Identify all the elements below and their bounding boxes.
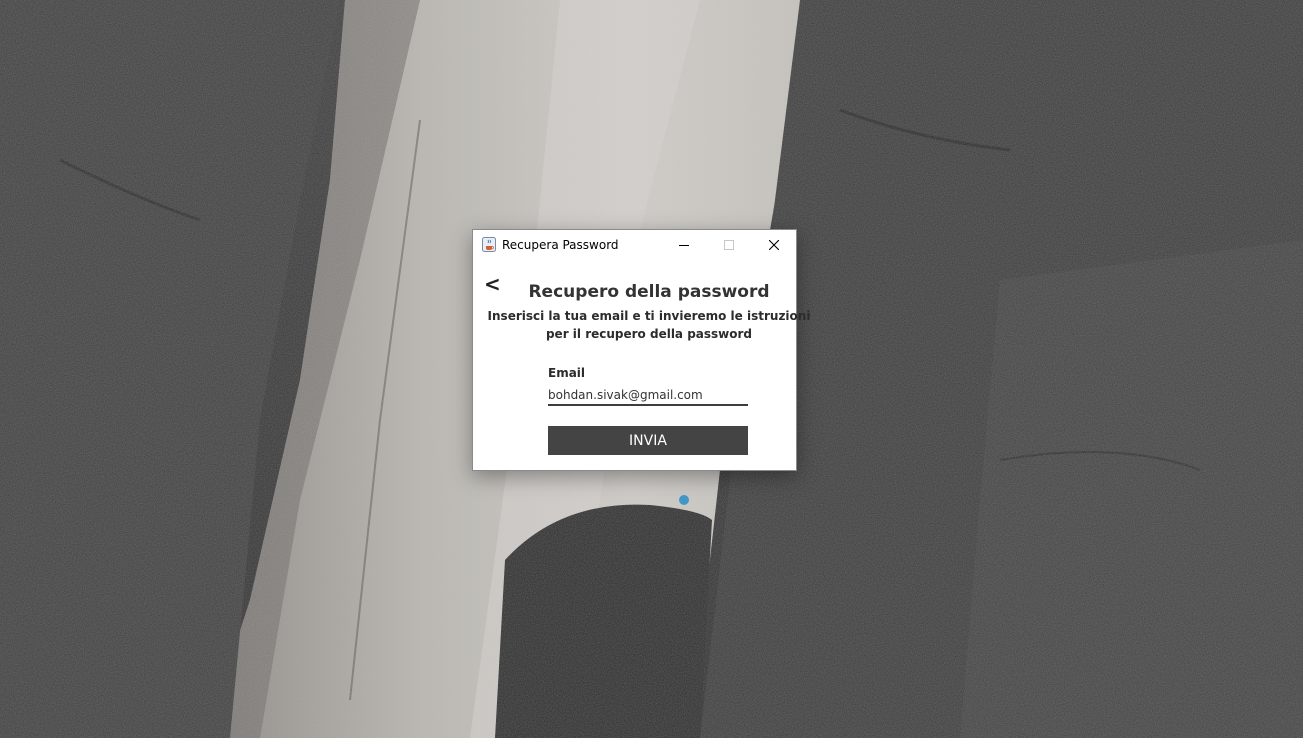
minimize-button[interactable]	[661, 230, 706, 260]
maximize-icon	[723, 240, 734, 250]
close-button[interactable]	[751, 230, 796, 260]
desktop: Recupera Password < Recupero della passw…	[0, 0, 1303, 738]
minimize-icon	[678, 245, 689, 246]
email-label: Email	[548, 366, 586, 380]
instructions-line-1: Inserisci la tua email e ti invieremo le…	[487, 309, 811, 323]
maximize-button[interactable]	[706, 230, 751, 260]
recupera-password-window: Recupera Password < Recupero della passw…	[472, 229, 810, 471]
invia-button[interactable]: INVIA	[548, 426, 748, 455]
title-bar[interactable]: Recupera Password	[473, 230, 796, 260]
instructions-line-2: per il recupero della password	[545, 327, 753, 341]
java-cup-icon	[482, 237, 496, 252]
email-field[interactable]	[548, 386, 748, 406]
page-heading: Recupero della password	[528, 282, 770, 302]
close-icon	[768, 240, 779, 250]
window-title: Recupera Password	[502, 238, 619, 252]
